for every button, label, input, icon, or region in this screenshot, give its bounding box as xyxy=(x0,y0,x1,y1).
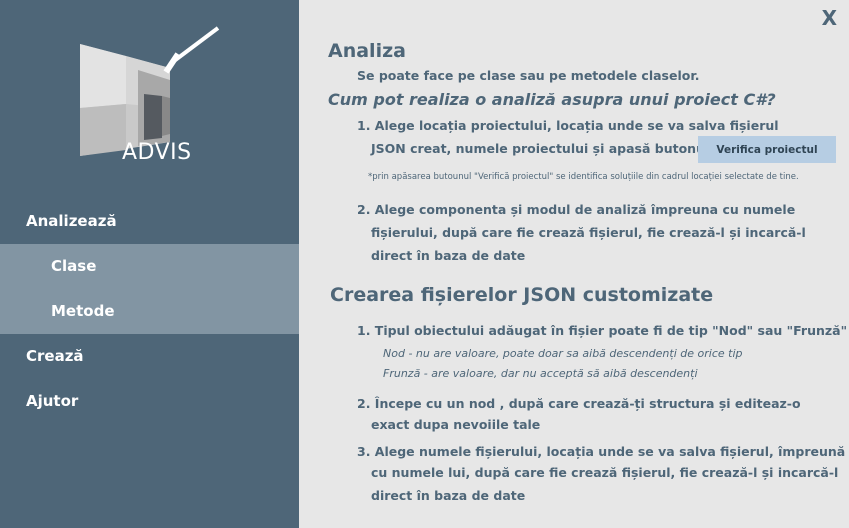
step1-line1: 1. Alege locația proiectului, locația un… xyxy=(357,118,779,133)
sidebar-item-metode[interactable]: Metode xyxy=(0,289,299,334)
sidebar-item-clase[interactable]: Clase xyxy=(0,244,299,289)
sidebar-item-creaza[interactable]: Crează xyxy=(0,334,299,379)
app-window: ADVIS Analizează Clase Metode Crează Aju… xyxy=(0,0,849,528)
sidebar-item-ajutor[interactable]: Ajutor xyxy=(0,379,299,424)
json-step3-line1: 3. Alege numele fișierului, locația unde… xyxy=(357,444,846,459)
close-icon[interactable]: X xyxy=(822,6,837,30)
step2-line3: direct în baza de date xyxy=(371,248,526,263)
step2-line2: fișierului, după care fie crează fișieru… xyxy=(371,225,806,240)
sidebar-item-analizeaza[interactable]: Analizează xyxy=(0,199,299,244)
json-step1: 1. Tipul obiectului adăugat în fișier po… xyxy=(357,323,848,338)
verify-project-button[interactable]: Verifica proiectul xyxy=(698,136,836,163)
json-step2-line2: exact dupa nevoiile tale xyxy=(371,417,541,432)
section-title-json: Crearea fișierelor JSON customizate xyxy=(330,284,714,306)
json-step3-line2: cu numele lui, după care fie crează fiși… xyxy=(371,465,839,480)
sidebar: ADVIS Analizează Clase Metode Crează Aju… xyxy=(0,0,299,528)
section-question: Cum pot realiza o analiză asupra unui pr… xyxy=(328,90,776,109)
step2-line1: 2. Alege componenta și modul de analiză … xyxy=(357,202,796,217)
section-subtitle: Se poate face pe clase sau pe metodele c… xyxy=(357,68,700,83)
json-step1-note-frunza: Frunză - are valoare, dar nu acceptă să … xyxy=(383,367,698,380)
step1-line2: JSON creat, numele proiectului și apasă … xyxy=(371,141,710,156)
help-content: X Analiza Se poate face pe clase sau pe … xyxy=(299,0,849,528)
json-step3-line3: direct în baza de date xyxy=(371,488,526,503)
json-step1-note-nod: Nod - nu are valoare, poate doar sa aibă… xyxy=(383,347,743,360)
section-title-analiza: Analiza xyxy=(328,40,406,62)
step1-footnote: *prin apăsarea butounul "Verifică proiec… xyxy=(368,172,799,182)
logo-text: ADVIS xyxy=(122,140,192,165)
json-step2-line1: 2. Începe cu un nod , după care crează-ț… xyxy=(357,396,801,411)
